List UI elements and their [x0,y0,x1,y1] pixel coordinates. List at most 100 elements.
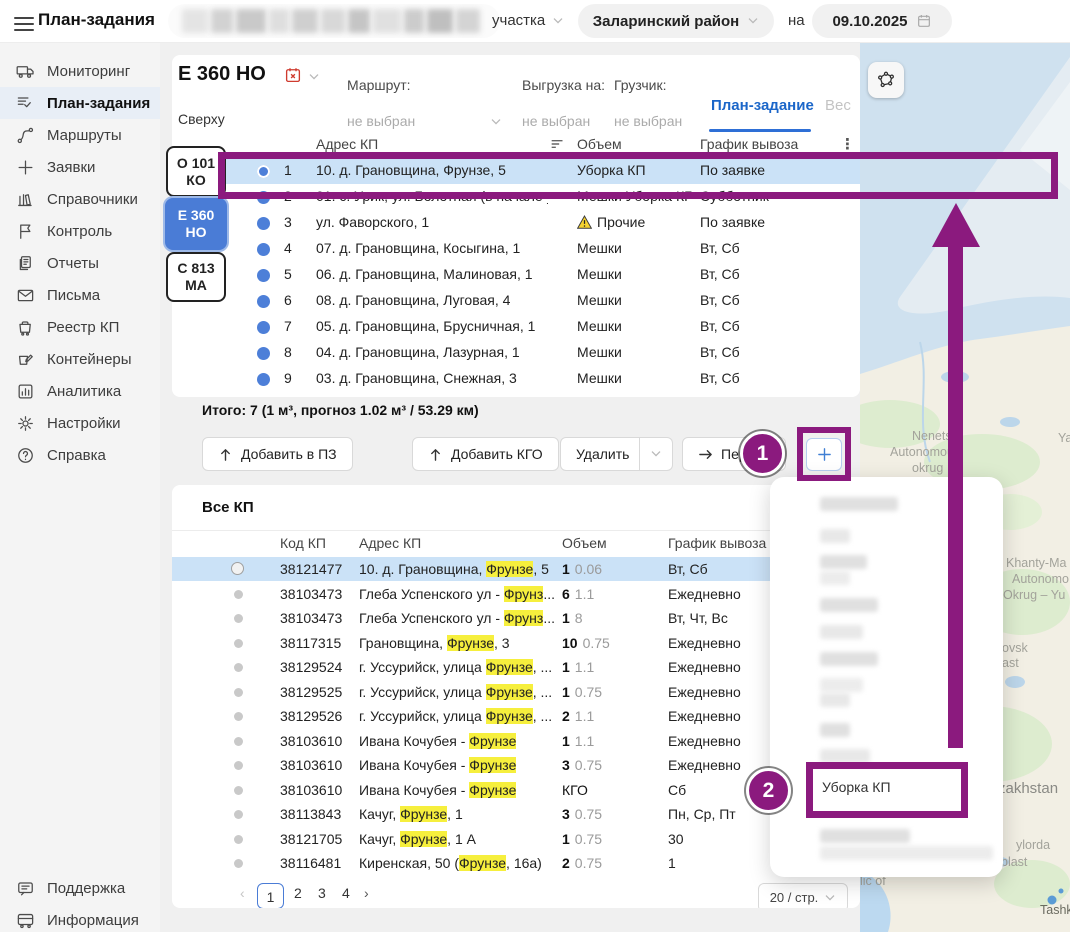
unload-value[interactable]: не выбран [522,113,590,129]
delete-dropdown-button[interactable] [640,437,673,471]
row-marker[interactable] [234,835,243,844]
table-row[interactable]: 38103610 Ивана Кочубея - Фрунзе 11.1 Еже… [172,729,860,753]
table-row[interactable]: 4 07. д. Грановщина, Косыгина, 1 Мешки В… [172,236,860,262]
menu-item-redacted[interactable] [820,598,878,612]
tab-weight[interactable]: Вес [825,97,851,114]
row-marker[interactable] [257,269,270,282]
row-marker[interactable] [257,347,270,360]
row-radio[interactable] [231,562,244,575]
table-row[interactable]: 9 03. д. Грановщина, Снежная, 3 Мешки Вт… [172,366,860,392]
row-marker[interactable] [234,614,243,623]
sidebar-item-directories[interactable]: Справочники [0,183,160,215]
menu-item-redacted[interactable] [820,723,850,737]
table-row[interactable]: 8 04. д. Грановщина, Лазурная, 1 Мешки В… [172,340,860,366]
page-prev-button[interactable]: ‹ [240,885,245,901]
sidebar-item-control[interactable]: Контроль [0,215,160,247]
table-row[interactable]: 38129525 г. Уссурийск, улица Фрунзе, ...… [172,680,860,704]
menu-item-redacted[interactable] [820,829,910,843]
route-value[interactable]: не выбран [347,113,415,129]
table-row[interactable]: 5 06. д. Грановщина, Малиновая, 1 Мешки … [172,262,860,288]
menu-item-redacted[interactable] [820,678,863,692]
vehicle-badge-o101ko[interactable]: О 101КО [166,146,226,197]
menu-item-redacted[interactable] [820,652,878,666]
menu-item-redacted[interactable] [820,846,993,860]
row-marker[interactable] [234,859,243,868]
row-marker[interactable] [234,712,243,721]
menu-item-redacted[interactable] [820,497,898,511]
column-address[interactable]: Адрес КП [316,136,378,152]
polygon-select-button[interactable] [868,62,904,98]
menu-item-uborka-kp[interactable]: Уборка КП [822,779,891,795]
sidebar-item-containers[interactable]: Контейнеры [0,343,160,375]
page-4[interactable]: 4 [342,885,350,901]
page-next-button[interactable]: › [364,885,369,901]
add-kgo-button[interactable]: Добавить КГО [412,437,559,471]
sidebar-item-information[interactable]: Информация [0,904,160,932]
sort-icon[interactable] [550,137,565,151]
row-marker[interactable] [257,321,270,334]
table-row[interactable]: 38117315 Грановщина, Фрунзе, 3 100.75 Еж… [172,631,860,655]
table-row[interactable]: 38116481 Киренская, 50 (Фрунзе, 16а) 20.… [172,851,860,875]
date-picker[interactable]: 09.10.2025 [812,4,952,38]
page-size-select[interactable]: 20 / стр. [758,883,848,908]
page-3[interactable]: 3 [318,885,326,901]
row-marker[interactable] [257,295,270,308]
row-marker[interactable] [234,688,243,697]
menu-item-redacted[interactable] [820,555,867,569]
table-row[interactable]: 3 ул. Фаворского, 1 Прочие По заявке [172,210,860,236]
row-marker[interactable] [234,590,243,599]
table-row[interactable]: 38129526 г. Уссурийск, улица Фрунзе, ...… [172,704,860,728]
sidebar-item-kp-registry[interactable]: Реестр КП [0,311,160,343]
vehicle-badge-e360no-active[interactable]: Е 360НО [163,196,229,252]
row-marker[interactable] [234,786,243,795]
row-marker[interactable] [234,639,243,648]
sidebar-item-plan-tasks[interactable]: План-задания [0,87,160,119]
row-marker[interactable] [234,761,243,770]
sidebar-item-reports[interactable]: Отчеты [0,247,160,279]
table-row[interactable]: 38121705 Качуг, Фрунзе, 1 А 10.75 30 [172,827,860,851]
hamburger-menu-icon[interactable] [14,13,34,29]
sidebar-item-support[interactable]: Поддержка [0,872,160,904]
tab-plan-task[interactable]: План-задание [711,97,814,114]
vehicle-badge-s813ma[interactable]: С 813МА [166,252,226,302]
row-marker[interactable] [257,217,270,230]
sidebar-item-settings[interactable]: Настройки [0,407,160,439]
sidebar-item-analytics[interactable]: Аналитика [0,375,160,407]
sidebar-item-letters[interactable]: Письма [0,279,160,311]
table-row[interactable]: 38103473 Глеба Успенского ул - Фрунз... … [172,606,860,630]
menu-item-redacted[interactable] [820,529,850,543]
loader-value[interactable]: не выбран [614,113,682,129]
column-volume[interactable]: Объем [577,136,622,152]
chevron-down-icon[interactable] [308,73,320,81]
page-1-current[interactable]: 1 [257,883,284,908]
row-marker[interactable] [234,663,243,672]
sidebar-item-monitoring[interactable]: Мониторинг [0,55,160,87]
add-to-pz-button[interactable]: Добавить в ПЗ [202,437,353,471]
sidebar-item-help[interactable]: Справка [0,439,160,471]
table-row[interactable]: 6 08. д. Грановщина, Луговая, 4 Мешки Вт… [172,288,860,314]
column-schedule[interactable]: График вывоза [668,535,766,551]
more-options-icon[interactable]: ⋮ [840,135,855,153]
row-marker[interactable] [234,810,243,819]
calendar-remove-icon[interactable] [284,66,302,84]
delete-button[interactable]: Удалить [560,437,640,471]
column-schedule[interactable]: График вывоза [700,136,798,152]
chevron-down-icon[interactable] [490,118,502,126]
chevron-down-icon[interactable] [552,17,564,25]
column-code[interactable]: Код КП [280,535,326,551]
table-row[interactable]: 7 05. д. Грановщина, Брусничная, 1 Мешки… [172,314,860,340]
row-marker[interactable] [257,373,270,386]
table-row[interactable]: 38103473 Глеба Успенского ул - Фрунз... … [172,582,860,606]
column-address[interactable]: Адрес КП [359,535,421,551]
menu-item-redacted[interactable] [820,625,863,639]
sidebar-item-routes[interactable]: Маршруты [0,119,160,151]
sidebar-item-requests[interactable]: Заявки [0,151,160,183]
district-select[interactable]: Заларинский район [578,4,774,38]
table-row[interactable]: 38121477 10. д. Грановщина, Фрунзе, 5 10… [172,557,860,581]
page-2[interactable]: 2 [294,885,302,901]
column-volume[interactable]: Объем [562,535,607,551]
row-marker[interactable] [234,737,243,746]
menu-item-redacted[interactable] [820,749,870,763]
table-row[interactable]: 38129524 г. Уссурийск, улица Фрунзе, ...… [172,655,860,679]
search-input-redacted[interactable] [168,4,500,38]
